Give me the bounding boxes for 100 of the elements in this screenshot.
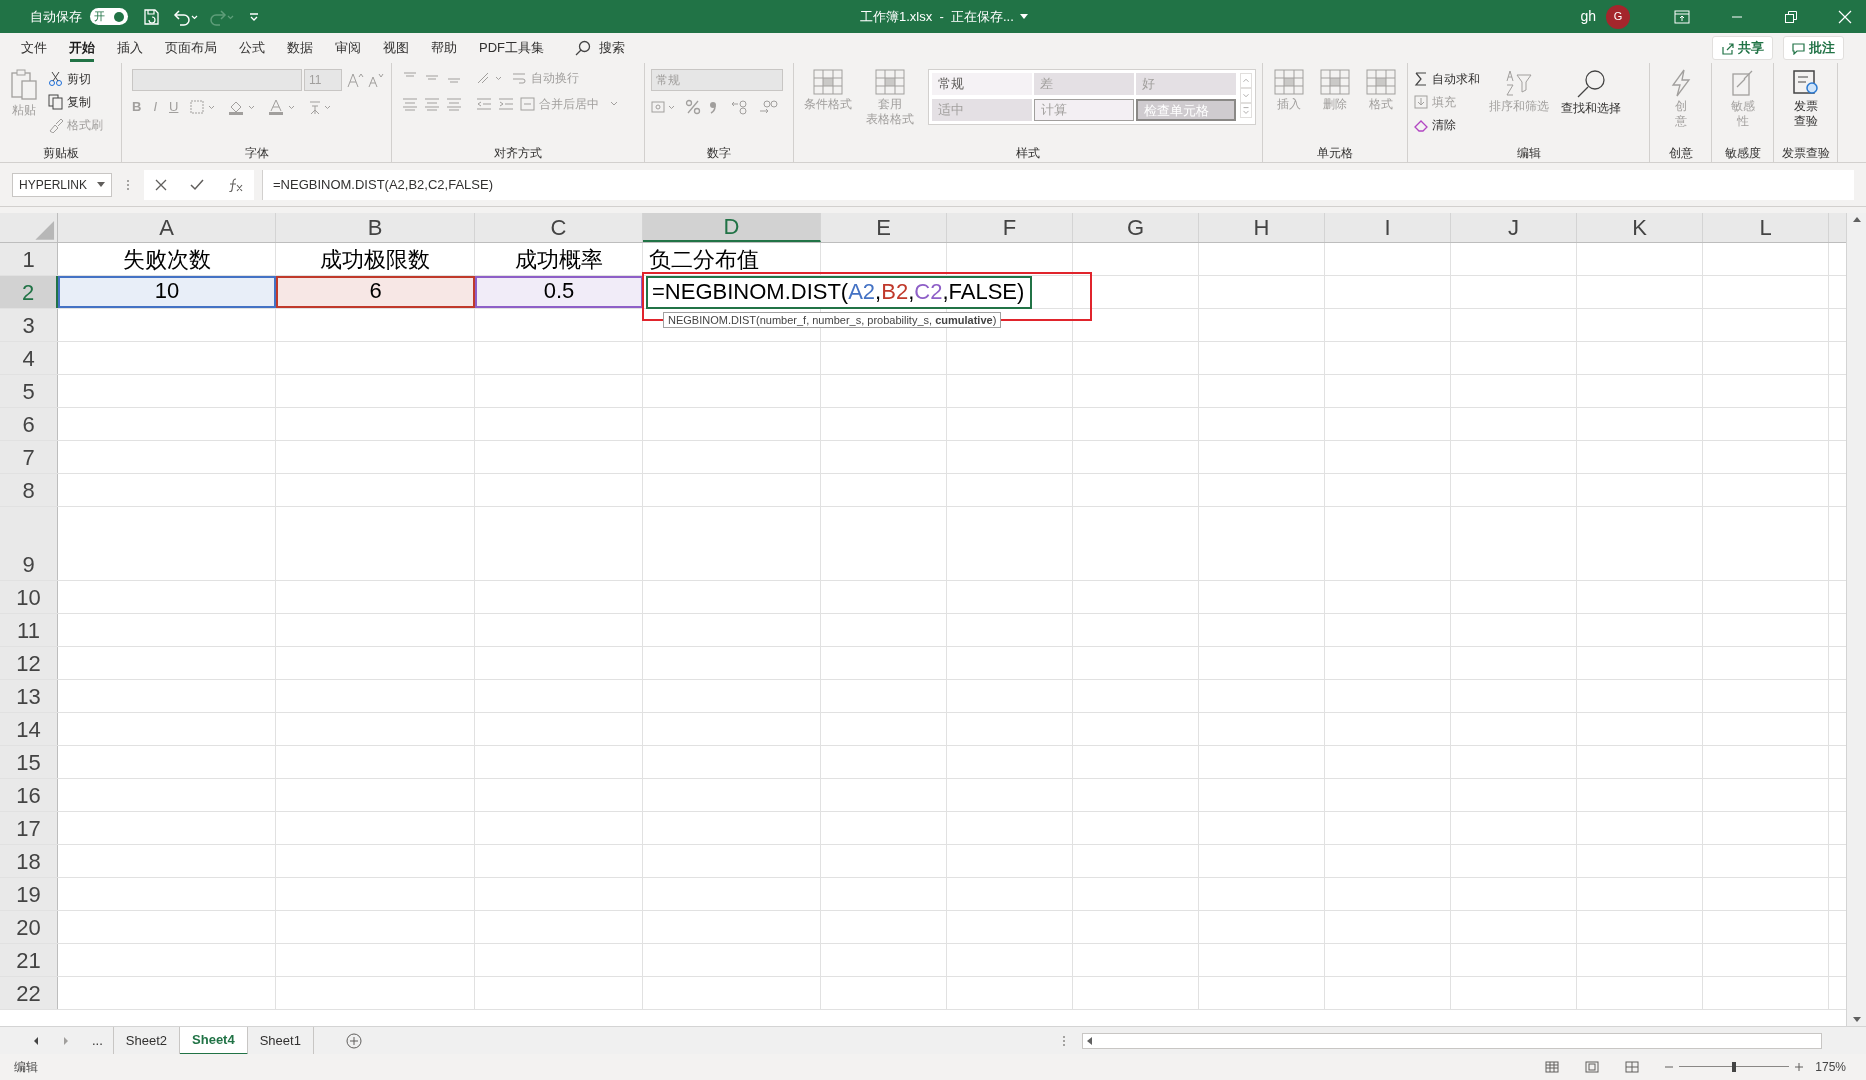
font-name-field[interactable] (132, 69, 302, 91)
save-icon[interactable] (142, 7, 160, 26)
menu-tab[interactable]: 审阅 (324, 33, 372, 63)
column-header[interactable]: F (947, 213, 1073, 242)
comments-button[interactable]: 批注 (1783, 36, 1844, 60)
normal-view-icon[interactable] (1545, 1061, 1560, 1073)
zoom-slider-thumb[interactable] (1732, 1062, 1737, 1072)
column-header[interactable]: A (58, 213, 276, 242)
vertical-scrollbar[interactable] (1846, 213, 1866, 1026)
ribbon-button[interactable]: 查找和选择 (1558, 69, 1624, 116)
ribbon-button[interactable]: 剪切 (48, 69, 103, 89)
avatar[interactable]: G (1606, 4, 1630, 29)
grow-font-icon[interactable] (346, 72, 364, 88)
column-header[interactable]: G (1073, 213, 1199, 242)
ribbon-button[interactable]: 发票 查验 (1783, 69, 1828, 129)
group-label: 对齐方式 (493, 147, 543, 162)
sheet-overflow-button[interactable]: ... (88, 1030, 107, 1051)
row-header[interactable]: 18 (0, 845, 58, 877)
row-header[interactable]: 6 (0, 408, 58, 440)
scissors-icon (48, 71, 63, 87)
zoom-out-icon[interactable] (1665, 1063, 1674, 1071)
share-button[interactable]: 共享 (1712, 36, 1773, 60)
page-layout-icon[interactable] (1585, 1061, 1600, 1073)
more-options-icon[interactable] (1062, 1034, 1066, 1047)
autosave-toggle[interactable]: 开 (90, 8, 128, 25)
next-sheet-icon[interactable] (62, 1035, 70, 1046)
column-header[interactable]: D (643, 213, 821, 242)
row-header[interactable]: 20 (0, 911, 58, 943)
column-header[interactable]: E (821, 213, 947, 242)
ribbon-display-icon[interactable] (1674, 9, 1690, 24)
row-header[interactable]: 2 (0, 276, 58, 308)
customize-icon[interactable] (248, 10, 260, 23)
row-header[interactable]: 5 (0, 375, 58, 407)
dropdown-icon[interactable] (97, 181, 105, 188)
align-left-icon[interactable] (402, 97, 418, 111)
menu-tab[interactable]: 文件 (10, 33, 58, 63)
scroll-up-icon[interactable] (1851, 215, 1862, 223)
column-header[interactable]: B (276, 213, 475, 242)
menu-tab[interactable]: 公式 (228, 33, 276, 63)
row-header[interactable]: 7 (0, 441, 58, 473)
menu-tab[interactable]: 数据 (276, 33, 324, 63)
search-icon[interactable] (575, 40, 591, 56)
column-header[interactable]: H (1199, 213, 1325, 242)
previous-sheet-icon[interactable] (32, 1035, 40, 1046)
row-header[interactable]: 4 (0, 342, 58, 374)
row-header[interactable]: 11 (0, 614, 58, 646)
sheet-tab[interactable]: Sheet4 (180, 1026, 248, 1055)
column-header[interactable]: J (1451, 213, 1577, 242)
row-header[interactable]: 8 (0, 474, 58, 506)
menu-tab[interactable]: 帮助 (420, 33, 468, 63)
row-header[interactable]: 15 (0, 746, 58, 778)
search-label[interactable]: 搜索 (599, 38, 625, 58)
caret-icon[interactable] (1019, 13, 1028, 20)
ribbon-button[interactable]: 自动求和 (1414, 69, 1480, 89)
close-icon[interactable] (1838, 9, 1852, 24)
indent-icon[interactable] (498, 97, 514, 111)
formula-field[interactable]: =NEGBINOM.DIST(A2,B2,C2,FALSE) (262, 169, 1854, 200)
row-header[interactable]: 19 (0, 878, 58, 910)
horizontal-scrollbar[interactable] (1082, 1032, 1822, 1049)
row-header[interactable]: 16 (0, 779, 58, 811)
column-header[interactable]: K (1577, 213, 1703, 242)
row-header[interactable]: 14 (0, 713, 58, 745)
add-sheet-icon[interactable] (345, 1032, 362, 1049)
ribbon-button[interactable]: 复制 (48, 92, 103, 112)
ribbon-button[interactable]: 清除 (1414, 115, 1480, 135)
enter-icon[interactable] (190, 178, 204, 191)
menu-tab[interactable]: 开始 (58, 33, 106, 63)
menu-tab[interactable]: 视图 (372, 33, 420, 63)
row-header[interactable]: 17 (0, 812, 58, 844)
outdent-icon[interactable] (476, 97, 492, 111)
name-box[interactable]: HYPERLINK (12, 172, 112, 197)
row-header[interactable]: 12 (0, 647, 58, 679)
row-header[interactable]: 10 (0, 581, 58, 613)
zoom-slider[interactable] (1679, 1061, 1790, 1073)
invoice-search-icon (1791, 69, 1820, 97)
row-header[interactable]: 9 (0, 507, 58, 580)
zoom-level[interactable]: 175% (1815, 1058, 1846, 1076)
scroll-left-icon[interactable] (1085, 1035, 1095, 1046)
restore-icon[interactable] (1784, 9, 1798, 24)
more-options-icon[interactable] (126, 178, 130, 191)
row-header[interactable]: 22 (0, 977, 58, 1009)
zoom-in-icon[interactable] (1795, 1063, 1804, 1071)
row-header[interactable]: 21 (0, 944, 58, 976)
insert-function-icon[interactable] (226, 177, 243, 192)
align-right-icon[interactable] (446, 97, 462, 111)
row-header[interactable]: 13 (0, 680, 58, 712)
column-header[interactable]: I (1325, 213, 1451, 242)
align-center-icon[interactable] (424, 97, 440, 111)
undo-icon[interactable] (172, 7, 198, 26)
scroll-down-icon[interactable] (1851, 1016, 1862, 1024)
row-header[interactable]: 1 (0, 243, 58, 275)
menu-tab[interactable]: 页面布局 (154, 33, 228, 63)
column-header[interactable]: L (1703, 213, 1829, 242)
shrink-font-icon[interactable] (366, 72, 384, 88)
menu-tab[interactable]: PDF工具集 (468, 33, 555, 63)
menu-tab[interactable]: 插入 (106, 33, 154, 63)
page-break-icon[interactable] (1625, 1061, 1640, 1073)
active-cell[interactable]: =NEGBINOM.DIST(A2,B2,C2,FALSE) (646, 276, 1033, 309)
row-header[interactable]: 3 (0, 309, 58, 341)
cancel-icon[interactable] (155, 178, 168, 191)
